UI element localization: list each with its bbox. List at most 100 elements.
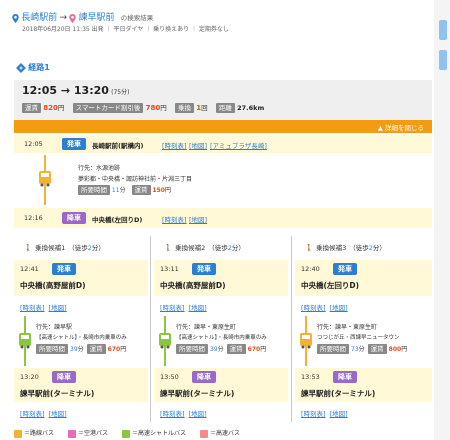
- legend-item: ＝空港バス: [68, 429, 108, 438]
- route-fare-row: 運賃 820円 スマートカード割引後 780円 乗換 1回 距離 27.6km: [22, 102, 264, 113]
- depart-badge: 発車: [333, 263, 357, 275]
- candidate-destination: 行先：諫早駅: [36, 324, 73, 331]
- transfer-candidate-3: 🚶 乗換候補3 （徒歩2分） 12:40 発車 中央橋(左回りD) [時刻表] [地図] 行先：…: [295, 236, 432, 422]
- bus-icon: [14, 429, 22, 438]
- route-heading: 経路1: [16, 62, 50, 73]
- route-label: 経路1: [28, 63, 50, 72]
- smartcard-tag: スマートカード割引後: [72, 103, 144, 113]
- candidate-links: [時刻表] [地図]: [20, 302, 67, 312]
- map-link[interactable]: [地図]: [189, 214, 207, 224]
- bus-icon: [299, 332, 313, 352]
- candidate-arrival-links: [時刻表] [地図]: [20, 408, 67, 418]
- candidate-departure: 13:11 発車 中央橋(高野屋前D): [154, 260, 288, 296]
- close-details-link[interactable]: ▲ 詳細を閉じる: [378, 122, 424, 132]
- direction-arrow: →: [59, 13, 68, 23]
- legend-item: ＝路線バス: [14, 429, 54, 438]
- leg1-departure: 12:05 発車 長崎駅前(駅構内) [時刻表] [地図] [アミュプラザ長崎]: [14, 135, 432, 153]
- arr-stop: 諫早駅前(ターミナル): [20, 389, 95, 398]
- leg1-arrival: 12:16 降車 中央橋(左回りD) [時刻表] [地図]: [14, 208, 432, 228]
- timetable-link[interactable]: [時刻表]: [20, 410, 45, 418]
- leg1-time-fare: 所要時間 11分 運賃 150円: [78, 185, 171, 195]
- candidate-departure: 12:41 発車 中央橋(高野屋前D): [14, 260, 148, 296]
- route-time-range: 12:05 → 13:20 (75分): [22, 84, 130, 97]
- route-diamond-icon: [16, 63, 26, 73]
- timetable-link[interactable]: [時刻表]: [160, 304, 185, 312]
- candidate-via: 【高速シャトル】・長崎市内乗車のみ: [36, 335, 127, 341]
- dep-time: 12:41: [20, 265, 39, 273]
- map-link[interactable]: [地図]: [189, 304, 207, 312]
- candidate-links: [時刻表] [地図]: [301, 302, 348, 312]
- depart-badge: 発車: [52, 263, 76, 275]
- arr-time: 12:16: [24, 214, 43, 222]
- walk-info: 🚶 乗換候補2 （徒歩2分）: [164, 244, 245, 252]
- bus-icon: [200, 429, 209, 438]
- location-pin-icon: [69, 13, 76, 23]
- dep-time: 12:05: [24, 140, 43, 148]
- legend-item: ＝高速シャトルバス: [122, 429, 186, 438]
- location-pin-icon: [12, 13, 19, 23]
- map-link[interactable]: [地図]: [330, 410, 348, 418]
- depart-badge: 発車: [62, 138, 86, 150]
- timetable-link[interactable]: [時刻表]: [20, 304, 45, 312]
- depart-badge: 発車: [192, 263, 216, 275]
- sidebar-tab[interactable]: [439, 20, 447, 40]
- bus-icon: [68, 429, 77, 438]
- candidate-departure: 12:40 発車 中央橋(左回りD): [295, 260, 432, 296]
- timetable-link[interactable]: [時刻表]: [301, 410, 326, 418]
- timetable-link[interactable]: [時刻表]: [301, 304, 326, 312]
- leg1-via: 夢彩都・中央橋・諏訪神社前・片淵三丁目: [78, 176, 193, 183]
- arr-time: 13:50: [160, 373, 179, 381]
- map-link[interactable]: [地図]: [49, 304, 67, 312]
- candidate-arrival: 13:20 降車 諫早駅前(ターミナル): [14, 368, 148, 402]
- dep-time: 13:11: [160, 265, 179, 273]
- fare-tag: 運賃: [22, 103, 41, 113]
- walking-person-icon: 🚶: [24, 244, 33, 252]
- map-link[interactable]: [地図]: [189, 140, 207, 150]
- sidebar-tab[interactable]: [439, 50, 447, 70]
- map-link[interactable]: [地図]: [49, 410, 67, 418]
- candidate-via: つつじが丘・西諫早ニュータウン: [317, 335, 400, 341]
- timetable-link[interactable]: [時刻表]: [160, 410, 185, 418]
- arrive-badge: 降車: [52, 371, 76, 383]
- bus-icon: [122, 429, 131, 438]
- candidate-time-fare: 所要時間 39分 運賃 670円: [176, 344, 266, 354]
- candidate-time-fare: 所要時間 73分 運賃 800円: [317, 344, 407, 354]
- candidate-label: 乗換候補1: [35, 244, 66, 252]
- walking-person-icon: 🚶: [305, 244, 314, 252]
- candidate-label: 乗換候補2: [175, 244, 206, 252]
- arr-stop: 諫早駅前(ターミナル): [160, 389, 235, 398]
- arr-time: 13:53: [301, 373, 320, 381]
- timetable-link[interactable]: [時刻表]: [162, 140, 187, 150]
- candidate-arrival: 13:53 降車 諫早駅前(ターミナル): [295, 368, 432, 402]
- destination-stop: 諫早駅前: [78, 13, 115, 23]
- smartcard-value: 780: [145, 104, 161, 112]
- arrive-badge: 降車: [333, 371, 357, 383]
- bus-icon: [18, 332, 32, 352]
- fare-value: 820: [43, 104, 58, 112]
- landmark-link[interactable]: [アミュプラザ長崎]: [210, 140, 267, 150]
- candidate-destination: 行先：諫早・東原生町: [176, 324, 237, 331]
- arr-stop: 中央橋(左回りD): [92, 216, 143, 224]
- candidate-links: [時刻表] [地図]: [160, 302, 207, 312]
- arrive-badge: 降車: [62, 212, 86, 224]
- map-link[interactable]: [地図]: [330, 304, 348, 312]
- leg1-destination: 行先：水源池跡: [78, 165, 121, 172]
- results-suffix: の検索結果: [120, 14, 154, 22]
- column-divider: [150, 236, 151, 422]
- walk-info: 🚶 乗換候補1 （徒歩2分）: [24, 244, 105, 252]
- candidate-arrival: 13:50 降車 諫早駅前(ターミナル): [154, 368, 288, 402]
- origin-stop: 長崎駅前: [21, 13, 58, 23]
- walking-person-icon: 🚶: [164, 244, 173, 252]
- walk-info: 🚶 乗換候補3 （徒歩2分）: [305, 244, 386, 252]
- distance-tag: 距離: [215, 103, 235, 113]
- map-link[interactable]: [地図]: [189, 410, 207, 418]
- candidate-time-fare: 所要時間 39分 運賃 670円: [36, 344, 126, 354]
- candidate-via: 【高速シャトル】・長崎市内乗車のみ: [176, 335, 267, 341]
- candidate-label: 乗換候補3: [316, 244, 347, 252]
- timetable-link[interactable]: [時刻表]: [162, 214, 187, 224]
- dep-time: 12:40: [301, 265, 320, 273]
- column-divider: [291, 236, 292, 422]
- bus-icon: [158, 332, 172, 352]
- route-summary: 12:05 → 13:20 (75分) 運賃 820円 スマートカード割引後 7…: [14, 80, 432, 120]
- candidate-arrival-links: [時刻表] [地図]: [301, 408, 348, 418]
